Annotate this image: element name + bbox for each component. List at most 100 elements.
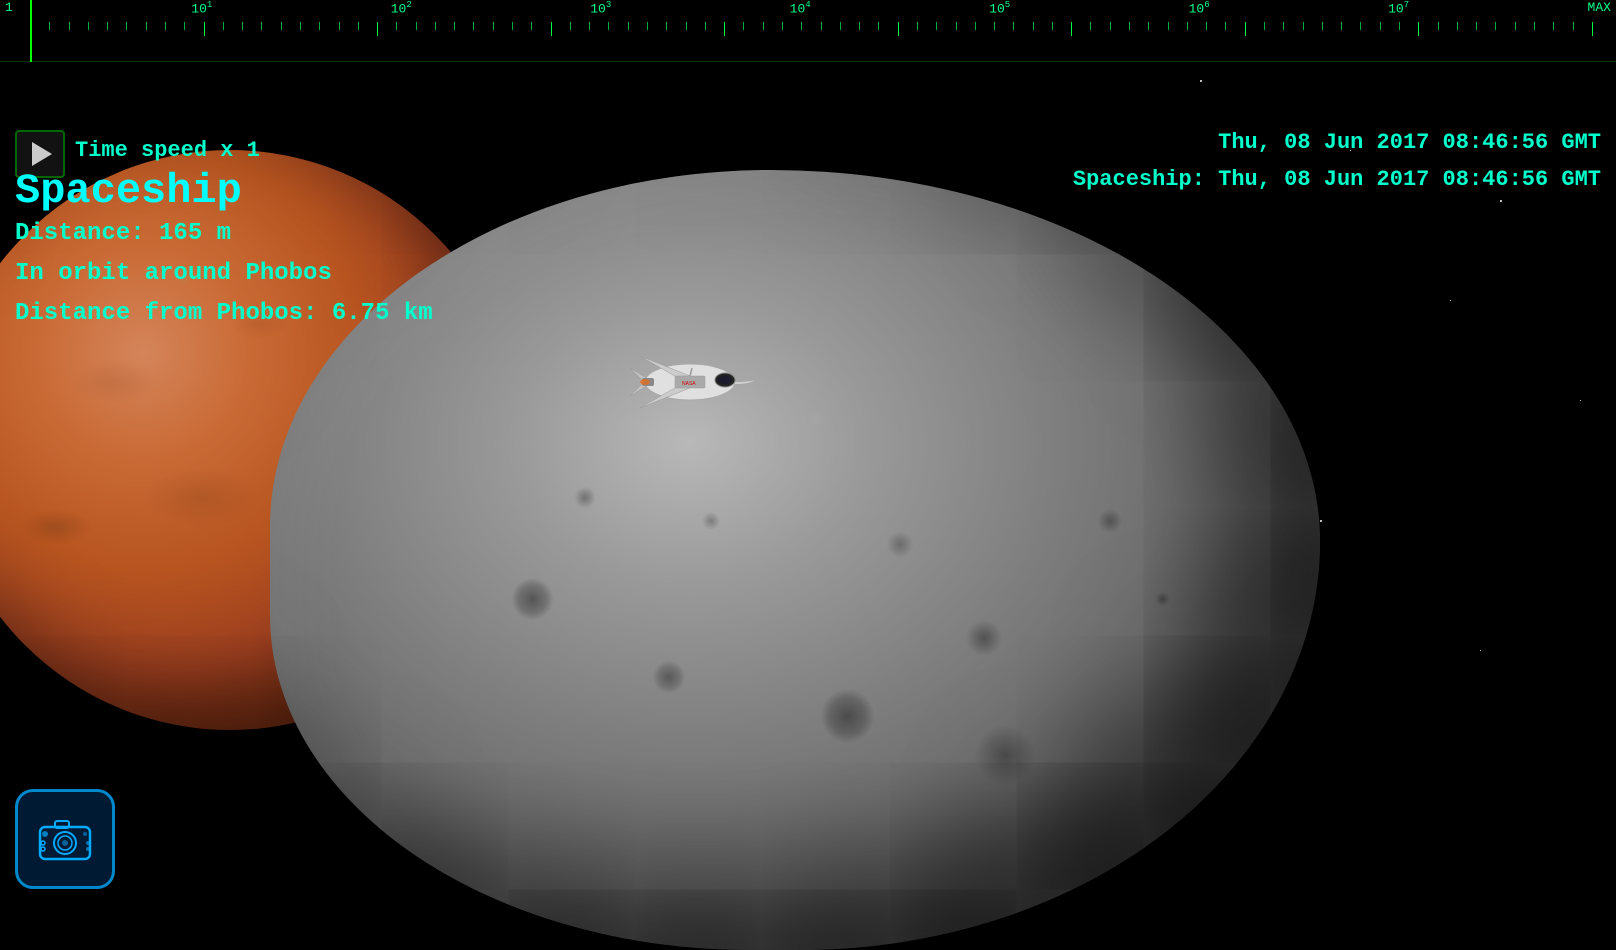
tick [705, 22, 724, 30]
tick [1206, 22, 1225, 30]
tick [204, 22, 223, 36]
tick [551, 22, 570, 36]
tick [1380, 22, 1399, 30]
tick [49, 22, 68, 30]
tick [165, 22, 184, 30]
tick [994, 22, 1013, 30]
ruler-label-10-6: 106 [1189, 0, 1210, 16]
tick [608, 22, 627, 30]
svg-text:NASA: NASA [682, 381, 696, 387]
tick [628, 22, 647, 30]
tick [416, 22, 435, 30]
tick [898, 22, 917, 36]
tick [454, 22, 473, 30]
tick [1573, 22, 1592, 30]
tick [126, 22, 145, 30]
tick [435, 22, 454, 30]
tick [821, 22, 840, 30]
tick [1187, 22, 1206, 30]
tick [647, 22, 666, 30]
tick [1168, 22, 1187, 30]
tick [531, 22, 550, 30]
tick [88, 22, 107, 30]
spaceship-object: NASA [620, 330, 760, 430]
tick [358, 22, 377, 30]
tick [1341, 22, 1360, 30]
star [1480, 650, 1481, 651]
tick [724, 22, 743, 36]
ruler-label-10-3: 103 [590, 0, 611, 16]
tick [30, 22, 49, 36]
tick [859, 22, 878, 30]
tick [107, 22, 126, 30]
ruler-bar: 1 101 102 103 104 105 106 107 MAX [0, 0, 1616, 62]
ruler-labels: 1 101 102 103 104 105 106 107 MAX [0, 0, 1616, 16]
tick [1322, 22, 1341, 30]
tick [917, 22, 936, 30]
tick [1534, 22, 1553, 30]
tick [223, 22, 242, 30]
tick [261, 22, 280, 30]
ruler-label-max: MAX [1588, 0, 1611, 16]
tick [1283, 22, 1302, 30]
tick [1438, 22, 1457, 30]
tick [1399, 22, 1418, 30]
star [1450, 300, 1451, 301]
tick [666, 22, 685, 30]
tick [570, 22, 589, 30]
phobos-moon [270, 170, 1320, 950]
star [1200, 80, 1202, 82]
tick [1052, 22, 1071, 30]
tick [1129, 22, 1148, 30]
star [1320, 520, 1322, 522]
star [1580, 400, 1581, 401]
tick [281, 22, 300, 30]
tick [1148, 22, 1167, 30]
ruler-label-10-2: 102 [391, 0, 412, 16]
tick [242, 22, 261, 30]
tick [396, 22, 415, 30]
tick [801, 22, 820, 30]
tick [1090, 22, 1109, 30]
tick [840, 22, 859, 30]
tick [782, 22, 801, 30]
ruler-label-10-5: 105 [989, 0, 1010, 16]
ruler-label-10-1: 101 [191, 0, 212, 16]
tick [1245, 22, 1264, 36]
tick [936, 22, 955, 30]
ruler-label-1: 1 [5, 0, 13, 16]
tick [1457, 22, 1476, 30]
tick [1264, 22, 1283, 30]
tick [69, 22, 88, 30]
star [1350, 150, 1351, 151]
tick [1515, 22, 1534, 30]
tick [1418, 22, 1437, 36]
tick [1495, 22, 1514, 30]
tick-container [30, 22, 1611, 37]
tick [1110, 22, 1129, 30]
tick [763, 22, 782, 30]
tick [1476, 22, 1495, 30]
tick [956, 22, 975, 30]
tick [493, 22, 512, 30]
tick [1225, 22, 1244, 30]
ruler-label-10-7: 107 [1388, 0, 1409, 16]
tick [473, 22, 492, 30]
tick [146, 22, 165, 30]
tick [1033, 22, 1052, 30]
tick [1303, 22, 1322, 30]
tick [975, 22, 994, 30]
ruler-label-10-4: 104 [790, 0, 811, 16]
tick [743, 22, 762, 30]
tick [300, 22, 319, 30]
tick [1013, 22, 1032, 30]
cursor-line [30, 0, 32, 62]
tick [1592, 22, 1611, 36]
tick [878, 22, 897, 30]
tick [377, 22, 396, 36]
tick [589, 22, 608, 30]
tick [1360, 22, 1379, 30]
tick [512, 22, 531, 30]
tick [686, 22, 705, 30]
tick [319, 22, 338, 30]
